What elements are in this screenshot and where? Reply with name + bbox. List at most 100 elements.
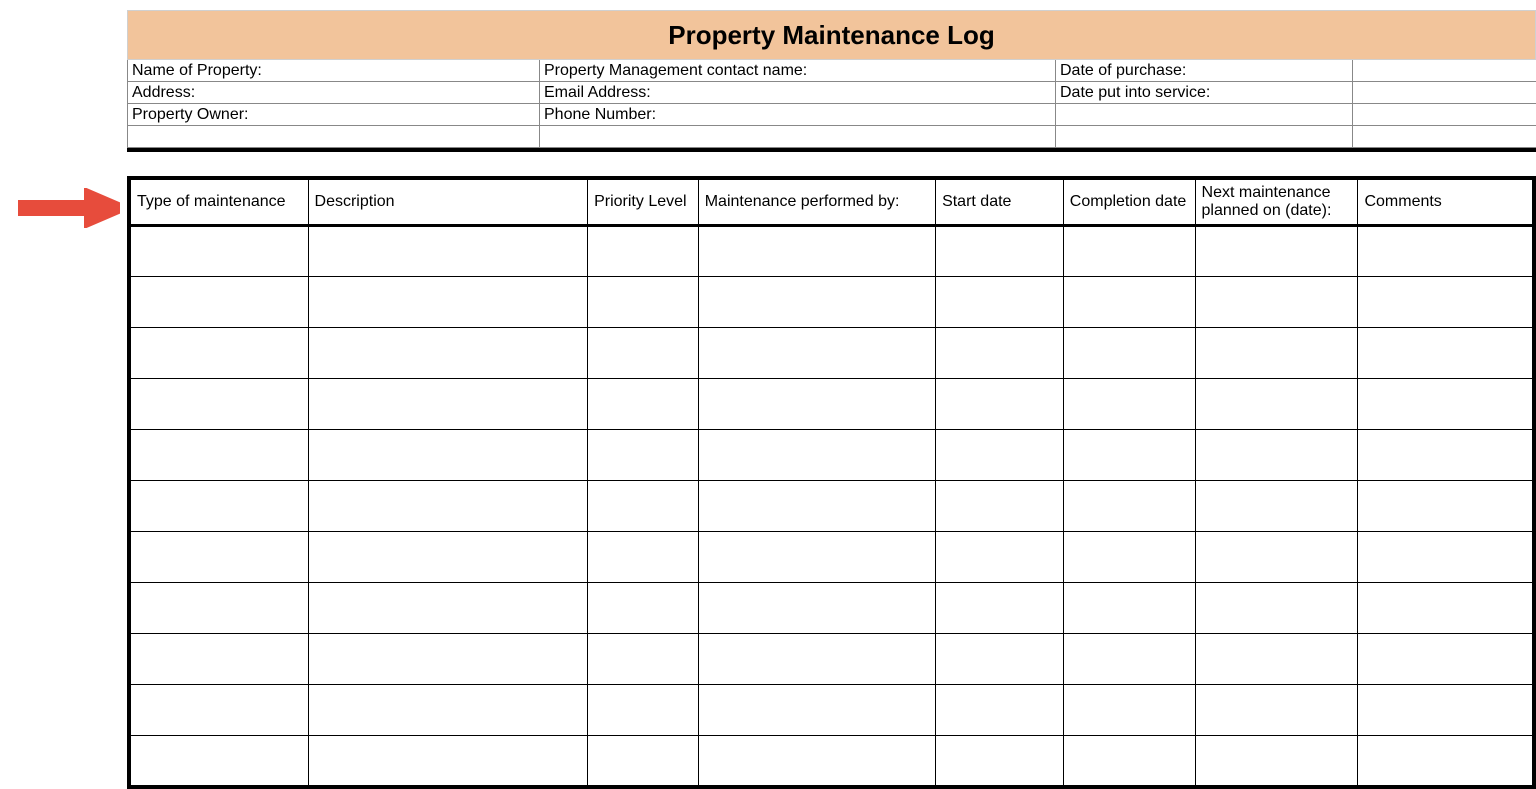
table-cell[interactable] xyxy=(1358,277,1534,328)
info-blank-7[interactable] xyxy=(1056,126,1353,148)
table-cell[interactable] xyxy=(1063,634,1195,685)
table-cell[interactable] xyxy=(936,685,1064,736)
table-cell[interactable] xyxy=(1195,430,1358,481)
table-cell[interactable] xyxy=(1063,583,1195,634)
table-cell[interactable] xyxy=(588,328,699,379)
table-cell[interactable] xyxy=(308,379,588,430)
table-cell[interactable] xyxy=(588,277,699,328)
info-blank-5[interactable] xyxy=(128,126,540,148)
table-cell[interactable] xyxy=(936,226,1064,277)
info-contact-name[interactable]: Property Management contact name: xyxy=(540,60,1056,82)
table-cell[interactable] xyxy=(129,379,308,430)
table-cell[interactable] xyxy=(1063,328,1195,379)
table-cell[interactable] xyxy=(308,481,588,532)
table-cell[interactable] xyxy=(308,328,588,379)
table-cell[interactable] xyxy=(1358,685,1534,736)
table-cell[interactable] xyxy=(1063,532,1195,583)
table-cell[interactable] xyxy=(1358,328,1534,379)
table-cell[interactable] xyxy=(129,328,308,379)
table-cell[interactable] xyxy=(698,685,935,736)
info-blank-6[interactable] xyxy=(540,126,1056,148)
table-cell[interactable] xyxy=(308,634,588,685)
table-cell[interactable] xyxy=(588,481,699,532)
table-cell[interactable] xyxy=(1358,226,1534,277)
table-cell[interactable] xyxy=(308,226,588,277)
table-cell[interactable] xyxy=(129,736,308,787)
table-cell[interactable] xyxy=(129,634,308,685)
info-blank-2[interactable] xyxy=(1353,82,1536,104)
info-date-purchase[interactable]: Date of purchase: xyxy=(1056,60,1353,82)
table-cell[interactable] xyxy=(588,583,699,634)
table-cell[interactable] xyxy=(698,532,935,583)
table-cell[interactable] xyxy=(1358,430,1534,481)
table-cell[interactable] xyxy=(1195,481,1358,532)
info-address[interactable]: Address: xyxy=(128,82,540,104)
table-cell[interactable] xyxy=(936,736,1064,787)
table-cell[interactable] xyxy=(1358,736,1534,787)
info-email[interactable]: Email Address: xyxy=(540,82,1056,104)
table-cell[interactable] xyxy=(129,277,308,328)
table-cell[interactable] xyxy=(936,379,1064,430)
table-cell[interactable] xyxy=(1063,481,1195,532)
info-blank-3[interactable] xyxy=(1056,104,1353,126)
table-cell[interactable] xyxy=(698,583,935,634)
table-cell[interactable] xyxy=(588,430,699,481)
table-cell[interactable] xyxy=(588,736,699,787)
table-cell[interactable] xyxy=(698,736,935,787)
table-cell[interactable] xyxy=(936,481,1064,532)
table-cell[interactable] xyxy=(1063,226,1195,277)
table-cell[interactable] xyxy=(129,481,308,532)
table-cell[interactable] xyxy=(588,379,699,430)
table-cell[interactable] xyxy=(588,532,699,583)
table-cell[interactable] xyxy=(308,736,588,787)
table-cell[interactable] xyxy=(1358,583,1534,634)
table-cell[interactable] xyxy=(698,379,935,430)
table-cell[interactable] xyxy=(936,532,1064,583)
table-cell[interactable] xyxy=(1195,379,1358,430)
table-cell[interactable] xyxy=(1195,583,1358,634)
table-cell[interactable] xyxy=(936,634,1064,685)
table-cell[interactable] xyxy=(698,481,935,532)
table-cell[interactable] xyxy=(698,226,935,277)
table-cell[interactable] xyxy=(588,226,699,277)
table-cell[interactable] xyxy=(936,583,1064,634)
table-cell[interactable] xyxy=(1195,328,1358,379)
table-cell[interactable] xyxy=(129,583,308,634)
table-cell[interactable] xyxy=(129,685,308,736)
table-cell[interactable] xyxy=(1195,634,1358,685)
table-cell[interactable] xyxy=(1195,226,1358,277)
table-cell[interactable] xyxy=(936,277,1064,328)
info-name-property[interactable]: Name of Property: xyxy=(128,60,540,82)
info-owner[interactable]: Property Owner: xyxy=(128,104,540,126)
table-cell[interactable] xyxy=(698,430,935,481)
table-cell[interactable] xyxy=(1063,685,1195,736)
info-phone[interactable]: Phone Number: xyxy=(540,104,1056,126)
table-cell[interactable] xyxy=(698,634,935,685)
table-cell[interactable] xyxy=(1195,532,1358,583)
table-cell[interactable] xyxy=(129,532,308,583)
table-cell[interactable] xyxy=(308,532,588,583)
info-blank-8[interactable] xyxy=(1353,126,1536,148)
table-cell[interactable] xyxy=(1195,685,1358,736)
table-cell[interactable] xyxy=(1358,379,1534,430)
table-cell[interactable] xyxy=(1195,277,1358,328)
table-cell[interactable] xyxy=(698,328,935,379)
table-cell[interactable] xyxy=(1358,481,1534,532)
table-cell[interactable] xyxy=(698,277,935,328)
table-cell[interactable] xyxy=(308,685,588,736)
table-cell[interactable] xyxy=(588,634,699,685)
table-cell[interactable] xyxy=(1195,736,1358,787)
table-cell[interactable] xyxy=(308,430,588,481)
table-cell[interactable] xyxy=(588,685,699,736)
table-cell[interactable] xyxy=(1358,634,1534,685)
info-blank-1[interactable] xyxy=(1353,60,1536,82)
table-cell[interactable] xyxy=(1063,430,1195,481)
info-blank-4[interactable] xyxy=(1353,104,1536,126)
info-date-service[interactable]: Date put into service: xyxy=(1056,82,1353,104)
table-cell[interactable] xyxy=(1358,532,1534,583)
table-cell[interactable] xyxy=(129,430,308,481)
table-cell[interactable] xyxy=(129,226,308,277)
table-cell[interactable] xyxy=(308,277,588,328)
table-cell[interactable] xyxy=(1063,736,1195,787)
table-cell[interactable] xyxy=(1063,277,1195,328)
